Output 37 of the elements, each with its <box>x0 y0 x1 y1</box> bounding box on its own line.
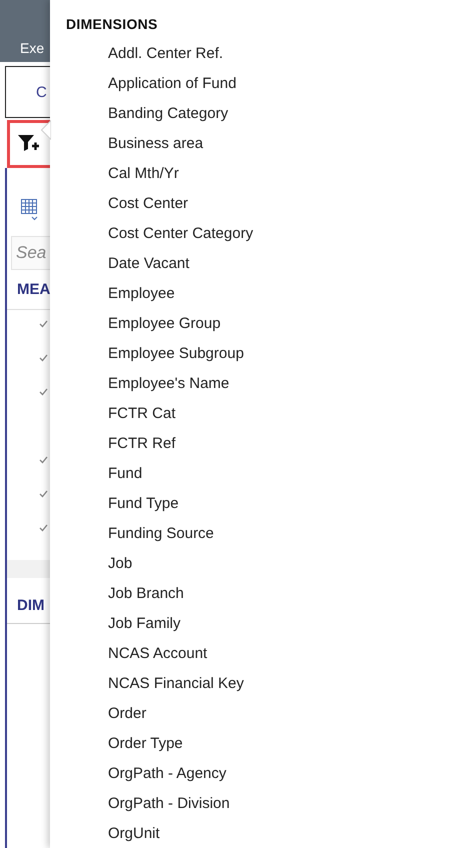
check-icon <box>39 388 48 396</box>
dimension-item[interactable]: Application of Fund <box>66 68 452 98</box>
dimension-item[interactable]: Date Vacant <box>66 248 452 278</box>
dimension-item[interactable]: FCTR Cat <box>66 398 452 428</box>
dimension-item[interactable]: Job Branch <box>66 578 452 608</box>
dimension-item[interactable]: NCAS Financial Key <box>66 668 452 698</box>
popup-heading: DIMENSIONS <box>66 15 159 34</box>
dimension-item[interactable]: OrgPath - Agency <box>66 758 452 788</box>
dimension-item[interactable]: NCAS Account <box>66 638 452 668</box>
dimension-item[interactable]: Employee's Name <box>66 368 452 398</box>
check-icon <box>39 354 48 362</box>
funnel-plus-icon <box>18 134 40 154</box>
dimension-item[interactable]: Fund Type <box>66 488 452 518</box>
check-icon <box>39 524 48 532</box>
dimension-item[interactable]: Banding Category <box>66 98 452 128</box>
dimension-item[interactable]: Business area <box>66 128 452 158</box>
dimension-item[interactable]: Employee <box>66 278 452 308</box>
check-icon <box>39 490 48 498</box>
dimension-item[interactable]: Job Family <box>66 608 452 638</box>
check-icon <box>39 456 48 464</box>
dimension-item[interactable]: Cost Center <box>66 188 452 218</box>
dimension-item[interactable]: Employee Group <box>66 308 452 338</box>
dimension-item[interactable]: Addl. Center Ref. <box>66 38 452 68</box>
dimension-item[interactable]: Cost Center Category <box>66 218 452 248</box>
check-icon <box>39 320 48 328</box>
dimension-item[interactable]: Funding Source <box>66 518 452 548</box>
dimension-item[interactable]: Job <box>66 548 452 578</box>
dimension-item[interactable]: Order <box>66 698 452 728</box>
dimension-item[interactable]: OrgUnit <box>66 818 452 848</box>
header-title: Exe <box>20 40 44 56</box>
dimension-item[interactable]: OrgPath - Division <box>66 788 452 818</box>
dimension-item[interactable]: Cal Mth/Yr <box>66 158 452 188</box>
dimension-item[interactable]: Order Type <box>66 728 452 758</box>
dimension-item[interactable]: Employee Subgroup <box>66 338 452 368</box>
dimension-item[interactable]: FCTR Ref <box>66 428 452 458</box>
table-icon[interactable] <box>20 198 40 222</box>
dimension-item[interactable]: Fund <box>66 458 452 488</box>
